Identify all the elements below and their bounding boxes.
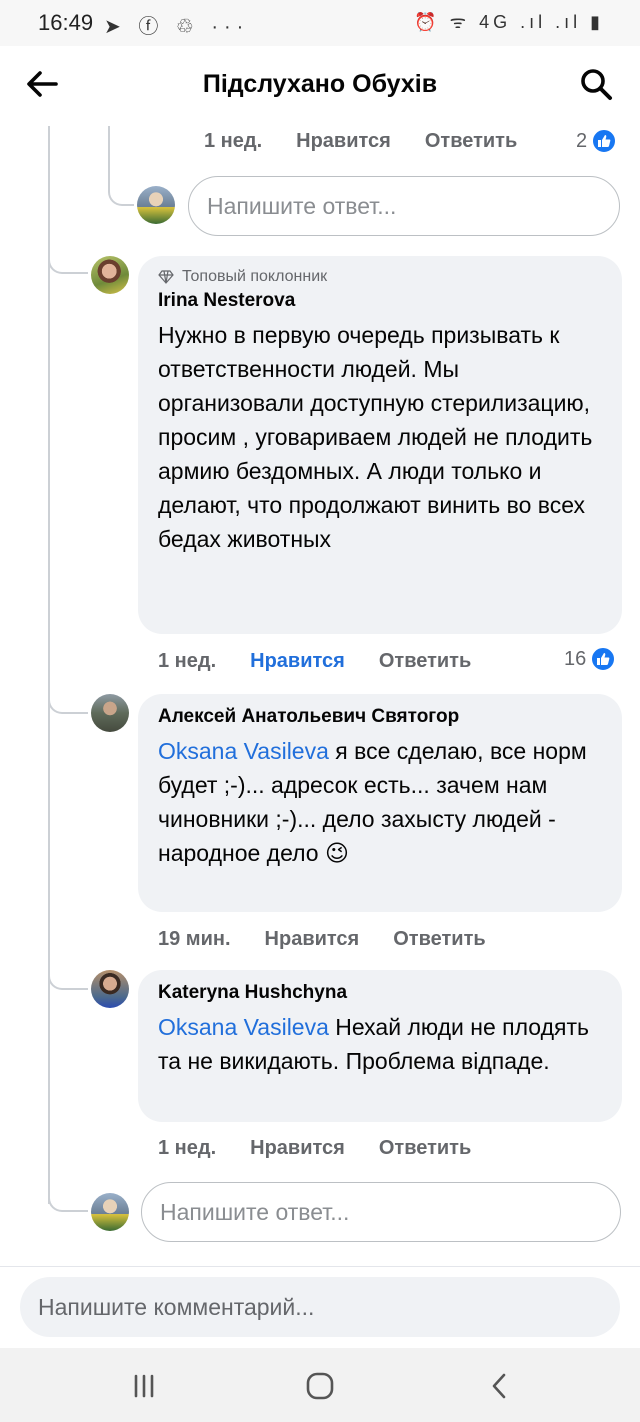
back-nav-icon[interactable] [480,1366,520,1406]
comment-time: 1 нед. [158,650,217,672]
like-button[interactable]: Нравится [250,1137,345,1160]
thread-line-outer [48,126,50,1204]
thread-connector [108,178,134,206]
comment-composer-bar: Напишите комментарий... [0,1266,640,1348]
reaction-number: 2 [576,129,588,152]
comment-bubble: Kateryna Hushchyna Oksana Vasileva Нехай… [138,970,622,1122]
like-button[interactable]: Нравится [265,928,360,951]
thread-connector [48,250,88,274]
comment-text: Oksana Vasileva я все сделаю, все норм б… [158,734,604,870]
comment-text: Нужно в первую очередь призывать к ответ… [158,322,593,552]
avatar[interactable] [91,256,129,294]
thread-connector [48,1188,88,1212]
system-navigation-bar [0,1348,640,1422]
page-title: Підслухано Обухів [202,70,438,98]
app-header: Підслухано Обухів [0,46,640,126]
wink-emoji-icon: 😉 [324,840,349,866]
comment-author[interactable]: Kateryna Hushchyna [158,982,604,1004]
comment-time: 1 нед. [204,130,263,152]
comment-placeholder: Напишите комментарий... [38,1293,315,1320]
status-bar: 16:49 ➤ ⓕ ♲ ··· ⏰ ᯤ 4G .ıl .ıl ▮ [0,0,640,46]
comment-bubble: Алексей Анатольевич Святогор Oksana Vasi… [138,694,622,912]
comment-actions: 19 мин. Нравится Ответить [158,928,486,951]
reply-button[interactable]: Ответить [393,928,485,951]
top-fan-badge: Топовый поклонник [158,268,604,286]
comment-actions: 1 нед. Нравится Ответить [158,650,471,673]
thread-connector [48,690,88,714]
like-button[interactable]: Нравится [296,130,391,153]
avatar [137,186,175,224]
comment-actions: 1 нед. Нравится Ответить [204,130,517,153]
reaction-count[interactable]: 16 [564,646,617,672]
comment-text: Oksana Vasileva Нехай люди не плодять та… [158,1010,604,1078]
thread-connector [48,966,88,990]
comment-time: 1 нед. [158,1137,217,1159]
mention-link[interactable]: Oksana Vasileva [158,1014,329,1040]
reply-button[interactable]: Ответить [379,650,471,673]
reply-placeholder: Напишите ответ... [160,1198,350,1225]
thumbs-up-icon [590,646,617,672]
avatar [91,1193,129,1231]
comment-author[interactable]: Алексей Анатольевич Святогор [158,706,604,728]
thumbs-up-icon [591,128,618,154]
status-notification-icons: ➤ ⓕ ♲ ··· [104,16,250,38]
status-system-icons: ⏰ ᯤ 4G .ıl .ıl ▮ [414,12,604,32]
comment-actions: 1 нед. Нравится Ответить [158,1137,471,1160]
home-icon[interactable] [300,1366,340,1406]
recent-apps-icon[interactable] [124,1366,164,1406]
reply-input[interactable]: Напишите ответ... [188,176,620,236]
comment-bubble: Топовый поклонник Irina Nesterova Нужно … [138,256,622,634]
badge-label: Топовый поклонник [182,268,328,285]
reply-placeholder: Напишите ответ... [207,192,397,219]
avatar[interactable] [91,970,129,1008]
mention-link[interactable]: Oksana Vasileva [158,738,329,764]
reply-input[interactable]: Напишите ответ... [141,1182,621,1242]
like-button[interactable]: Нравится [250,650,345,673]
reply-button[interactable]: Ответить [379,1137,471,1160]
diamond-icon [158,270,174,284]
avatar[interactable] [91,694,129,732]
comment-author[interactable]: Irina Nesterova [158,290,604,312]
reaction-number: 16 [564,647,587,670]
search-icon[interactable] [578,66,614,102]
status-time: 16:49 [38,10,94,35]
reply-button[interactable]: Ответить [425,130,517,153]
reaction-count[interactable]: 2 [576,128,618,154]
comment-time: 19 мин. [158,928,231,950]
comment-input[interactable]: Напишите комментарий... [20,1277,620,1337]
